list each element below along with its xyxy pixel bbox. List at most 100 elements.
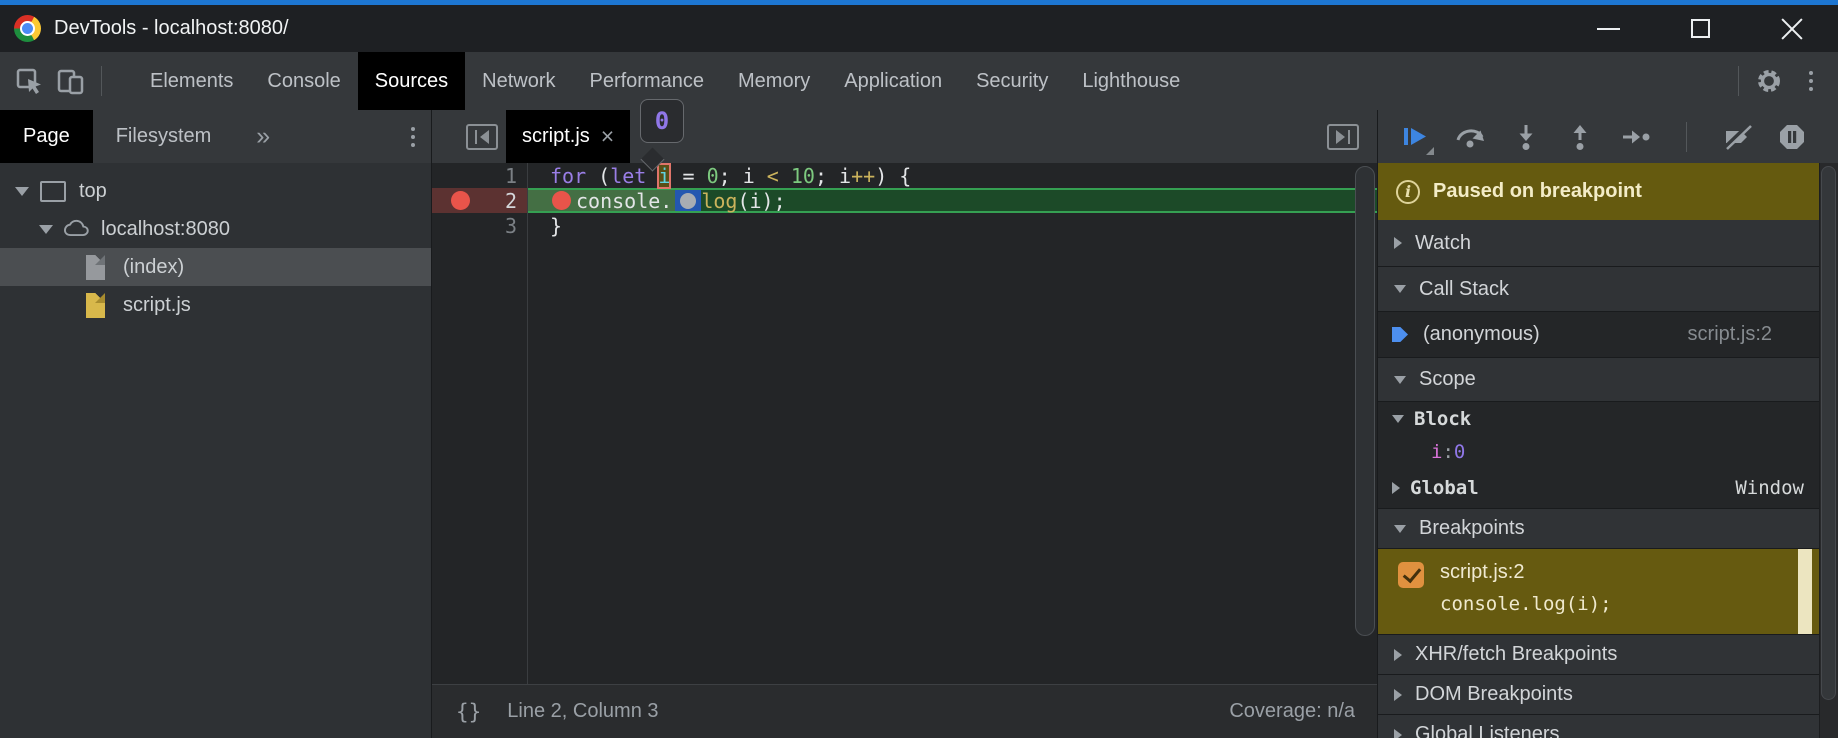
section-label: XHR/fetch Breakpoints (1415, 643, 1617, 666)
resume-button[interactable] (1400, 123, 1428, 151)
minimize-button[interactable] (1562, 5, 1654, 52)
breakpoint-location: script.js:2 (1440, 561, 1524, 584)
step-button[interactable] (1621, 123, 1651, 151)
expanded-arrow-icon[interactable] (1394, 525, 1406, 533)
device-toolbar-button[interactable] (50, 52, 92, 110)
step-out-icon (1566, 123, 1594, 151)
close-button[interactable] (1746, 5, 1838, 52)
expanded-arrow-icon[interactable] (1394, 376, 1406, 384)
step-into-button[interactable] (1512, 123, 1540, 151)
section-label: Call Stack (1419, 278, 1509, 301)
kebab-menu-icon (1809, 71, 1813, 91)
deactivate-breakpoints-button[interactable] (1722, 123, 1752, 151)
device-toolbar-icon (56, 66, 86, 96)
section-label: Scope (1419, 368, 1476, 391)
collapsed-arrow-icon[interactable] (1394, 689, 1402, 701)
collapsed-arrow-icon[interactable] (1394, 649, 1402, 661)
section-xhr-breakpoints[interactable]: XHR/fetch Breakpoints (1378, 635, 1838, 675)
pretty-print-button[interactable]: {} (456, 700, 481, 724)
breakpoint-highlight-strip (1798, 549, 1812, 634)
code-line-3[interactable]: } (528, 213, 1377, 238)
tree-item-label: script.js (123, 294, 191, 317)
gutter[interactable]: 1 2 3 (432, 163, 528, 684)
pause-on-exceptions-button[interactable] (1778, 123, 1806, 151)
step-out-button[interactable] (1566, 123, 1594, 151)
tree-item-index[interactable]: (index) (0, 248, 431, 286)
section-global-listeners[interactable]: Global Listeners (1378, 715, 1838, 738)
window-controls (1562, 5, 1838, 52)
sidebar-scrollbar[interactable] (1821, 166, 1836, 700)
step-over-button[interactable] (1454, 123, 1486, 151)
chrome-logo-icon (14, 15, 41, 42)
debugger-toolbar (1378, 110, 1838, 163)
candidate-dot-icon (680, 193, 696, 209)
paused-variable-token: i (658, 164, 670, 188)
section-scope[interactable]: Scope (1378, 358, 1838, 402)
breakpoint-checkbox[interactable] (1398, 562, 1424, 588)
section-watch[interactable]: Watch (1378, 220, 1838, 267)
deactivate-breakpoints-icon (1722, 123, 1752, 151)
expanded-arrow-icon[interactable] (1394, 285, 1406, 293)
tab-sources[interactable]: Sources (358, 52, 465, 110)
section-label: Breakpoints (1419, 517, 1525, 540)
collapse-debugger-button[interactable] (1327, 124, 1359, 150)
collapsed-arrow-icon[interactable] (1394, 729, 1402, 738)
scope-block-row[interactable]: Block (1378, 402, 1838, 436)
editor-scrollbar[interactable] (1355, 166, 1375, 636)
code-line-2-execution[interactable]: console. log(i); (528, 188, 1377, 213)
collapse-navigator-button[interactable] (466, 124, 498, 150)
section-breakpoints[interactable]: Breakpoints (1378, 509, 1838, 549)
section-label: DOM Breakpoints (1415, 683, 1573, 706)
tab-security[interactable]: Security (959, 52, 1065, 110)
code-content[interactable]: for (let i = 0; i < 10; i++) { console. … (528, 163, 1377, 684)
step-into-icon (1512, 123, 1540, 151)
expand-arrow-icon[interactable] (39, 225, 53, 234)
section-label: Watch (1415, 232, 1471, 255)
main-toolbar: Elements Console Sources Network Perform… (0, 52, 1838, 110)
tab-elements[interactable]: Elements (133, 52, 250, 110)
tab-console[interactable]: Console (250, 52, 357, 110)
editor-status-bar: {} Line 2, Column 3 Coverage: n/a (432, 684, 1377, 738)
editor-tab-bar: script.js × 0 (432, 110, 1377, 163)
panel-bar-icon (475, 130, 477, 144)
tab-application[interactable]: Application (827, 52, 959, 110)
expanded-arrow-icon[interactable] (1392, 415, 1404, 423)
navigator-tab-page[interactable]: Page (0, 110, 93, 163)
more-tabs-chevron[interactable]: » (256, 122, 270, 151)
tab-network[interactable]: Network (465, 52, 572, 110)
execution-segment: console. (528, 190, 675, 211)
tree-item-scriptjs[interactable]: script.js (0, 286, 431, 324)
info-icon: i (1396, 180, 1420, 204)
long-press-corner-icon (1426, 147, 1434, 155)
collapsed-arrow-icon[interactable] (1392, 482, 1400, 494)
line-number[interactable]: 1 (432, 163, 527, 188)
navigator-menu-button[interactable] (411, 127, 415, 147)
tree-item-top[interactable]: top (0, 172, 431, 210)
editor-tab-scriptjs[interactable]: script.js × (506, 110, 630, 163)
more-options-button[interactable] (1790, 52, 1832, 110)
scope-name: Global (1410, 477, 1479, 499)
navigator-tab-filesystem[interactable]: Filesystem (93, 110, 235, 163)
scope-global-row[interactable]: Global Window (1378, 468, 1838, 508)
section-call-stack[interactable]: Call Stack (1378, 267, 1838, 312)
inline-breakpoint-dot-icon[interactable] (552, 191, 571, 210)
maximize-button[interactable] (1654, 5, 1746, 52)
line-number[interactable]: 3 (432, 213, 527, 238)
scope-variable-row[interactable]: i: 0 (1378, 436, 1838, 468)
section-dom-breakpoints[interactable]: DOM Breakpoints (1378, 675, 1838, 715)
expand-arrow-icon[interactable] (15, 187, 29, 196)
tree-item-localhost[interactable]: localhost:8080 (0, 210, 431, 248)
settings-button[interactable] (1748, 52, 1790, 110)
close-tab-icon[interactable]: × (601, 125, 614, 148)
breakpoint-entry[interactable]: script.js:2 console.log(i); (1378, 549, 1838, 635)
line-number-breakpoint[interactable]: 2 (432, 188, 527, 213)
minimize-icon (1597, 28, 1620, 30)
code-editor[interactable]: 1 2 3 for (let i = 0; i < 10; i++) { con… (432, 163, 1377, 684)
call-stack-frame[interactable]: (anonymous) script.js:2 (1378, 312, 1838, 358)
inline-breakpoint-candidate[interactable] (675, 190, 701, 211)
tab-memory[interactable]: Memory (721, 52, 827, 110)
tab-lighthouse[interactable]: Lighthouse (1065, 52, 1197, 110)
breakpoint-dot-icon[interactable] (451, 191, 470, 210)
inspect-element-button[interactable] (8, 52, 50, 110)
collapsed-arrow-icon[interactable] (1394, 237, 1402, 249)
